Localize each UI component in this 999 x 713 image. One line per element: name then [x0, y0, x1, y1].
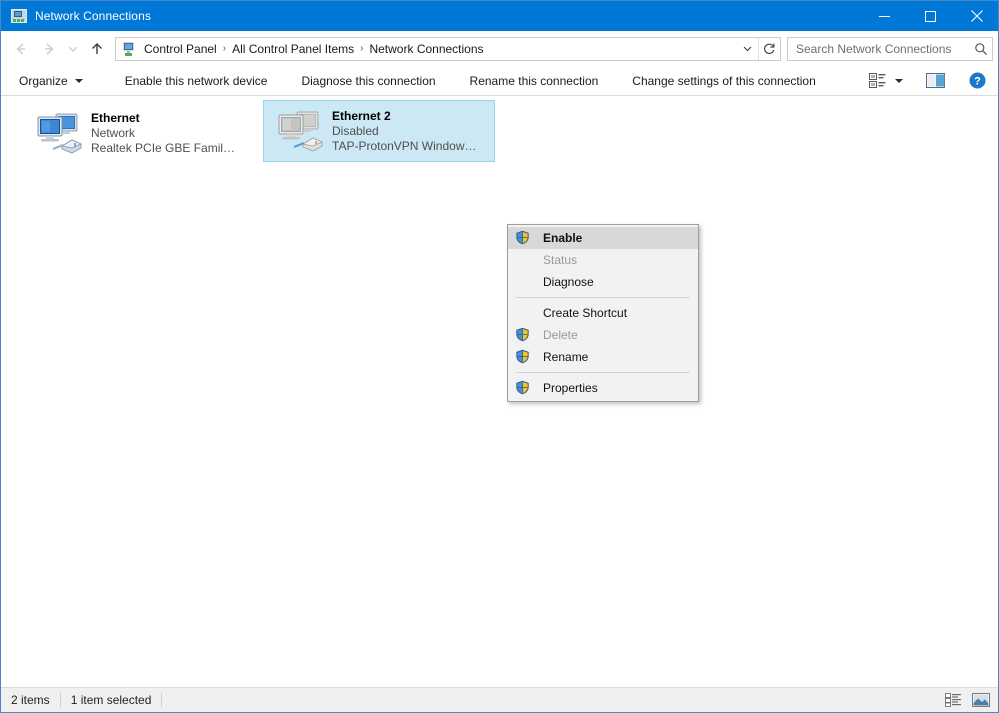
maximize-button[interactable]	[907, 1, 953, 31]
minimize-button[interactable]	[861, 1, 907, 31]
window-controls	[861, 1, 999, 31]
menu-separator	[516, 297, 690, 298]
menu-item-label: Enable	[543, 231, 582, 245]
shield-icon	[515, 230, 535, 246]
shield-icon	[515, 327, 535, 343]
view-options-icon[interactable]	[864, 69, 890, 93]
menu-item-label: Create Shortcut	[543, 306, 627, 320]
chevron-down-icon	[75, 79, 83, 83]
connection-text-block: Ethernet 2 Disabled TAP-ProtonVPN Window…	[332, 109, 482, 154]
large-icons-view-icon[interactable]	[970, 690, 992, 710]
menu-item-create-shortcut[interactable]: Create Shortcut	[508, 302, 698, 324]
window-title: Network Connections	[35, 9, 861, 23]
menu-item-delete: Delete	[508, 324, 698, 346]
network-adapter-icon	[31, 109, 83, 157]
menu-item-rename[interactable]: Rename	[508, 346, 698, 368]
connection-status: Disabled	[332, 124, 482, 139]
help-icon[interactable]: ?	[964, 69, 990, 93]
status-selection: 1 item selected	[61, 688, 162, 712]
up-button[interactable]	[83, 36, 111, 62]
window-icon	[11, 8, 27, 24]
svg-text:?: ?	[974, 76, 981, 88]
title-bar[interactable]: Network Connections	[1, 1, 999, 31]
breadcrumb[interactable]: Control Panel › All Control Panel Items …	[115, 37, 781, 61]
menu-item-diagnose[interactable]: Diagnose	[508, 271, 698, 293]
breadcrumb-separator: ›	[357, 43, 366, 54]
status-view-buttons	[942, 690, 999, 710]
diagnose-connection-button[interactable]: Diagnose this connection	[291, 69, 445, 93]
menu-icon-placeholder	[515, 305, 535, 321]
menu-item-enable[interactable]: Enable	[508, 227, 698, 249]
status-bar: 2 items 1 item selected	[1, 687, 999, 712]
connection-device: TAP-ProtonVPN Windows ...	[332, 139, 482, 154]
recent-locations-button[interactable]	[63, 36, 83, 62]
connection-text-block: Ethernet Network Realtek PCIe GBE Family…	[91, 111, 241, 156]
change-settings-button[interactable]: Change settings of this connection	[622, 69, 825, 93]
menu-item-label: Diagnose	[543, 275, 594, 289]
shield-icon	[515, 380, 535, 396]
breadcrumb-segment-0[interactable]: Control Panel	[141, 42, 220, 56]
menu-separator	[516, 372, 690, 373]
breadcrumb-segment-1[interactable]: All Control Panel Items	[229, 42, 357, 56]
forward-button[interactable]	[35, 36, 63, 62]
menu-item-status: Status	[508, 249, 698, 271]
search-input[interactable]: Search Network Connections	[788, 42, 970, 56]
menu-item-label: Delete	[543, 328, 578, 342]
connection-status: Network	[91, 126, 241, 141]
connection-name: Ethernet	[91, 111, 241, 126]
connections-list[interactable]: Ethernet Network Realtek PCIe GBE Family…	[1, 97, 999, 688]
menu-item-properties[interactable]: Properties	[508, 377, 698, 399]
preview-pane-icon[interactable]	[922, 69, 948, 93]
search-box[interactable]: Search Network Connections	[787, 37, 993, 61]
status-divider	[161, 693, 162, 707]
menu-icon-placeholder	[515, 274, 535, 290]
breadcrumb-separator: ›	[220, 43, 229, 54]
organize-label: Organize	[19, 74, 68, 88]
status-item-count: 2 items	[1, 688, 60, 712]
network-connections-window: Network Connections	[0, 0, 999, 713]
network-adapter-disabled-icon	[272, 107, 324, 155]
close-button[interactable]	[953, 1, 999, 31]
menu-item-label: Status	[543, 253, 577, 267]
breadcrumb-right-controls	[736, 38, 780, 60]
breadcrumb-icon	[121, 41, 137, 57]
chevron-down-icon[interactable]	[736, 38, 758, 60]
back-button[interactable]	[7, 36, 35, 62]
context-menu[interactable]: Enable Status Diagnose Create Shortcut	[507, 224, 699, 402]
shield-icon	[515, 349, 535, 365]
connection-device: Realtek PCIe GBE Family C...	[91, 141, 241, 156]
menu-item-label: Properties	[543, 381, 598, 395]
connection-item-ethernet-2[interactable]: Ethernet 2 Disabled TAP-ProtonVPN Window…	[263, 100, 495, 162]
organize-button[interactable]: Organize	[9, 69, 93, 93]
connection-name: Ethernet 2	[332, 109, 482, 124]
connection-item-ethernet[interactable]: Ethernet Network Realtek PCIe GBE Family…	[23, 102, 255, 164]
breadcrumb-segment-2[interactable]: Network Connections	[366, 42, 486, 56]
enable-network-device-button[interactable]: Enable this network device	[115, 69, 278, 93]
refresh-icon[interactable]	[758, 38, 780, 60]
menu-item-label: Rename	[543, 350, 588, 364]
view-options-chevron-down-icon[interactable]	[890, 69, 908, 93]
toolbar: Organize Enable this network device Diag…	[1, 66, 999, 96]
address-bar-row: Control Panel › All Control Panel Items …	[1, 31, 999, 66]
rename-connection-button[interactable]: Rename this connection	[460, 69, 609, 93]
toolbar-right-group: ?	[864, 69, 999, 93]
search-icon[interactable]	[970, 42, 992, 56]
menu-icon-placeholder	[515, 252, 535, 268]
details-view-icon[interactable]	[942, 690, 964, 710]
